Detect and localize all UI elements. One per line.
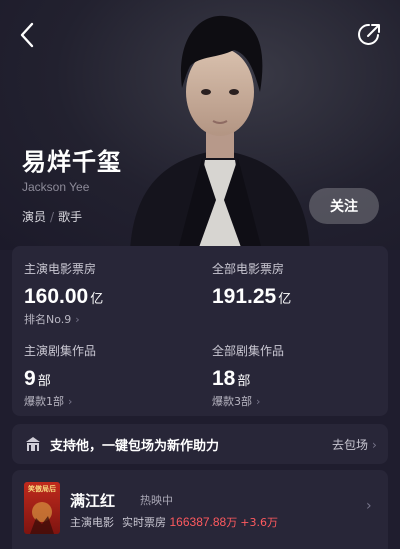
book-screening-banner[interactable]: 支持他，一键包场为新作助力 去包场 › (12, 424, 388, 464)
chevron-right-icon: › (256, 395, 261, 408)
stat-value: 9部 (24, 367, 51, 390)
stat-label: 主演剧集作品 (24, 344, 97, 358)
share-button[interactable] (356, 20, 384, 48)
chevron-right-icon: › (366, 498, 372, 514)
cinema-building-icon (26, 437, 40, 451)
follow-button[interactable]: 关注 (309, 188, 379, 224)
movie-poster[interactable]: 笑傲局后 (24, 482, 60, 534)
book-screening-link[interactable]: 去包场 › (332, 436, 377, 453)
stat-label: 全部电影票房 (212, 262, 285, 276)
current-movie-card[interactable]: 笑傲局后 满江红 热映中 主演电影 实时票房 166387.88万 +3.6万 › (12, 470, 388, 549)
chevron-right-icon: › (372, 438, 377, 452)
ranking-link[interactable]: 排名No.9 › (24, 311, 103, 327)
movie-title: 满江红 (70, 492, 116, 510)
role-tag: 演员 (22, 210, 47, 224)
chevron-right-icon: › (75, 313, 80, 326)
hit-works-link[interactable]: 爆款3部 › (212, 393, 284, 409)
stat-lead-series-works: 主演剧集作品 9部 爆款1部 › (24, 342, 96, 409)
gross-unit: 万 (226, 516, 238, 529)
artist-name: 易烊千玺 (22, 148, 122, 176)
stat-value: 191.25 亿 (212, 285, 292, 308)
stats-card: 主演电影票房 160.00 亿 排名No.9 › 全部电影票房 191.25 亿 主演… (12, 246, 388, 416)
movie-role: 主演电影 (70, 516, 114, 529)
artist-portrait (130, 15, 310, 250)
artist-roles: 演员 / 歌手 (22, 208, 82, 225)
chevron-right-icon: › (68, 395, 73, 408)
role-separator: / (50, 210, 55, 224)
artist-english-name: Jackson Yee (22, 180, 90, 194)
movie-meta: 主演电影 实时票房 166387.88万 +3.6万 (70, 514, 278, 530)
gross-delta: +3.6万 (240, 516, 278, 529)
stat-label: 主演电影票房 (24, 262, 97, 276)
poster-text: 笑傲局后 (28, 485, 56, 493)
stat-total-film-box-office: 全部电影票房 191.25 亿 (212, 260, 291, 309)
stat-value: 18 部 (212, 367, 251, 390)
stat-value: 160.00 亿 (24, 285, 104, 308)
gross-label: 实时票房 (122, 516, 166, 529)
role-tag: 歌手 (58, 210, 83, 224)
stat-total-series-works: 全部剧集作品 18 部 爆款3部 › (212, 342, 284, 409)
hit-works-link[interactable]: 爆款1部 › (24, 393, 96, 409)
promo-text: 支持他，一键包场为新作助力 (50, 439, 220, 454)
stat-lead-film-box-office: 主演电影票房 160.00 亿 排名No.9 › (24, 260, 103, 327)
stat-label: 全部剧集作品 (212, 344, 285, 358)
gross-value: 166387.88 (169, 515, 227, 529)
movie-status: 热映中 (140, 494, 173, 507)
back-button[interactable] (14, 18, 42, 52)
